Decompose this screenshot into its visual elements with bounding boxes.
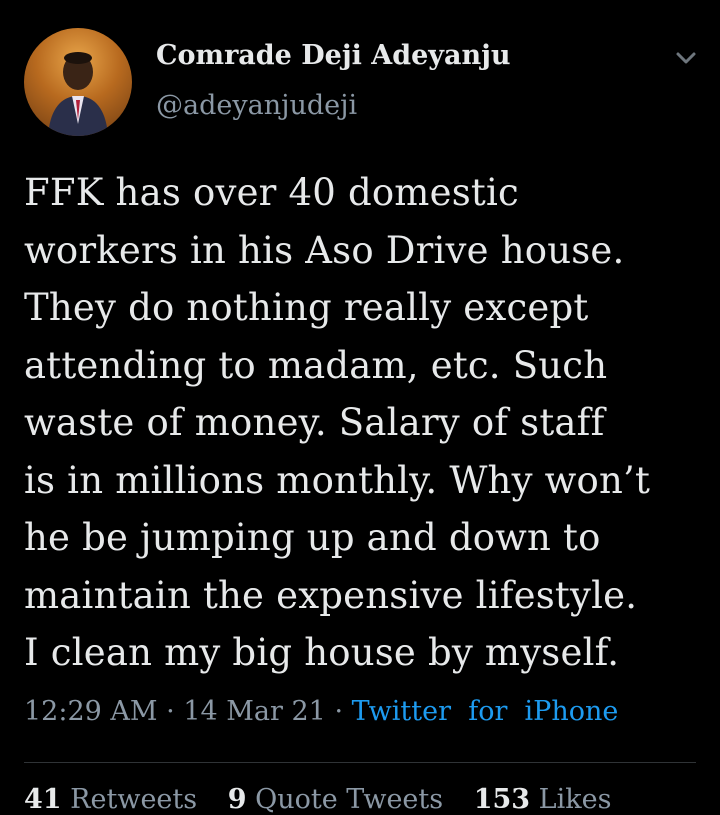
meta-separator: · [166, 696, 175, 727]
retweets-stat[interactable]: 41 Retweets [24, 784, 197, 815]
tweet-text-line: attending to madam, etc. Such [24, 343, 608, 387]
quote-tweets-stat[interactable]: 9 Quote Tweets [228, 784, 443, 815]
meta-separator: · [334, 696, 344, 727]
tweet-text-line: he be jumping up and down to [24, 516, 601, 559]
likes-count: 153 [473, 784, 531, 815]
source-link[interactable]: Twitter for iPhone [352, 696, 619, 727]
retweets-count: 41 [24, 784, 62, 815]
source-app: Twitter [351, 696, 452, 727]
quotes-label: Quote Tweets [255, 784, 444, 815]
tweet-time[interactable]: 12:29 AM [24, 696, 158, 727]
retweets-label: Retweets [70, 784, 198, 815]
avatar[interactable] [24, 28, 132, 136]
divider [24, 762, 696, 763]
tweet-text-line: They do nothing really except [24, 286, 589, 329]
author-handle[interactable]: @adeyanjudeji [156, 90, 357, 121]
chevron-down-icon[interactable] [672, 46, 700, 70]
engagement-stats: 41 Retweets 9 Quote Tweets 153 Likes [24, 784, 633, 815]
source-device: iPhone [524, 696, 619, 727]
tweet-text: FFK has over 40 domestic workers in his … [24, 164, 704, 682]
source-for: for [468, 696, 508, 727]
avatar-image [48, 52, 108, 136]
tweet-text-line: is in millions monthly. Why won’t [24, 458, 651, 502]
likes-stat[interactable]: 153 Likes [474, 784, 612, 815]
likes-label: Likes [538, 784, 612, 815]
author-display-name[interactable]: Comrade Deji Adeyanju [156, 40, 510, 71]
tweet-date[interactable]: 14 Mar 21 [183, 696, 326, 727]
tweet-meta: 12:29 AM · 14 Mar 21 · Twitter for iPhon… [24, 696, 618, 727]
tweet-text-line: waste of money. Salary of staff [24, 401, 605, 444]
tweet-text-line: maintain the expensive lifestyle. [24, 573, 638, 617]
tweet-text-line: FFK has over 40 domestic [24, 171, 519, 214]
tweet-text-line: workers in his Aso Drive house. [24, 228, 625, 272]
quotes-count: 9 [227, 784, 247, 815]
tweet-card: Comrade Deji Adeyanju @adeyanjudeji FFK … [0, 0, 720, 815]
tweet-text-line: I clean my big house by myself. [24, 631, 620, 674]
